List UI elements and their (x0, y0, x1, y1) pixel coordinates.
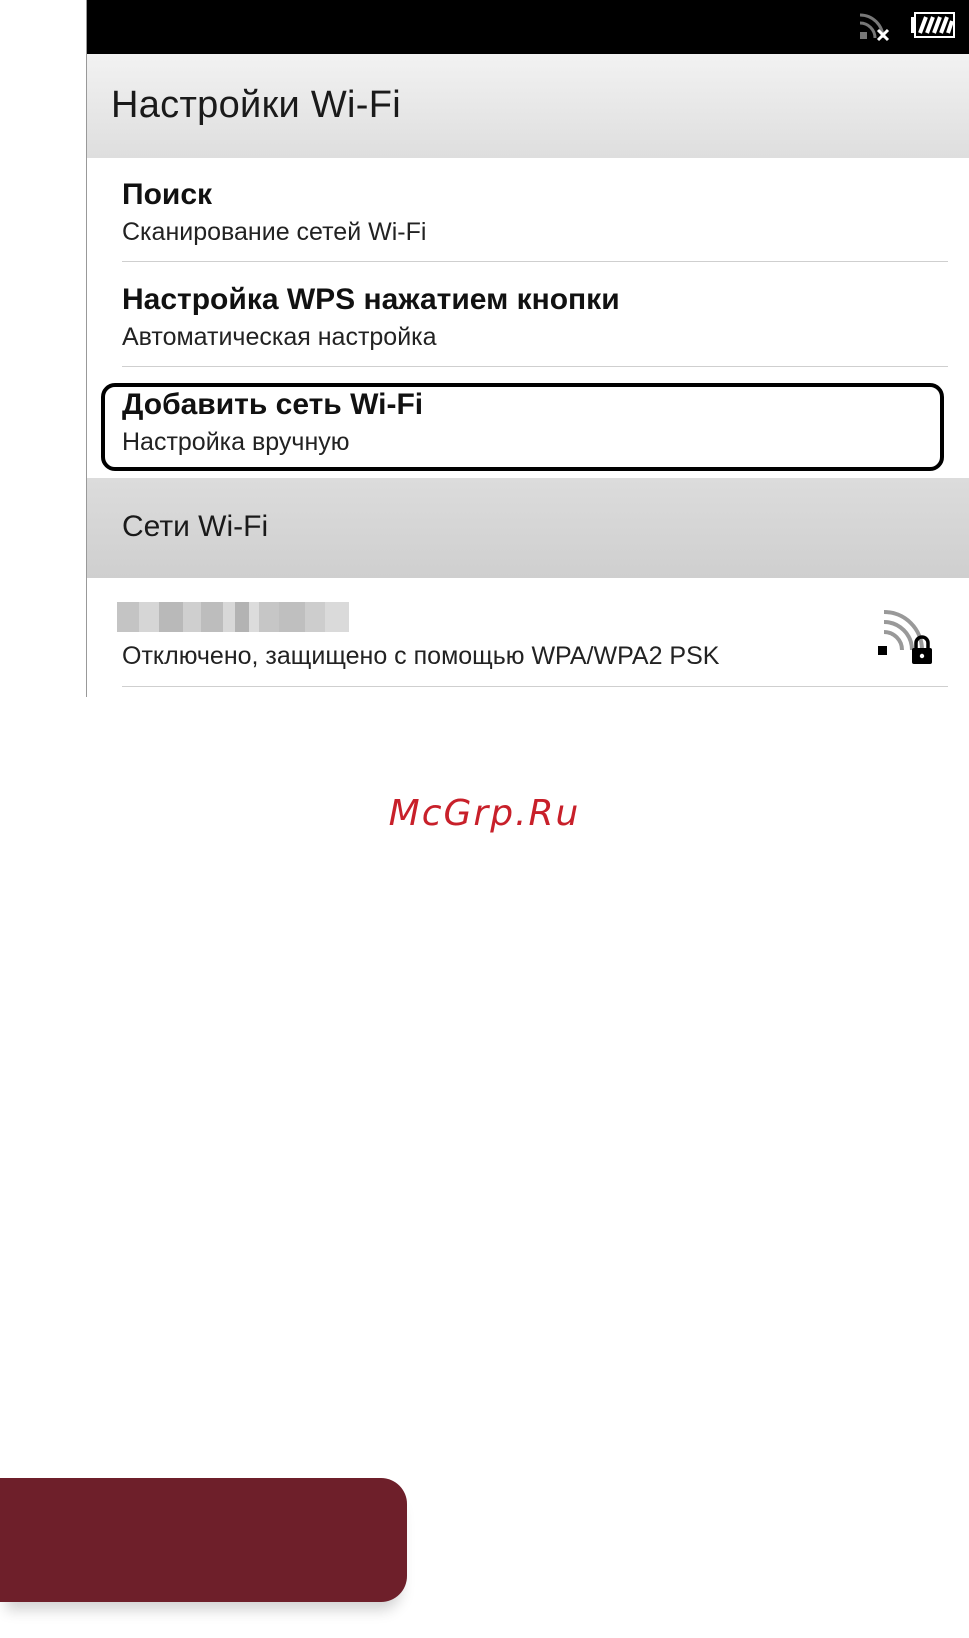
divider (122, 366, 948, 367)
watermark-text: McGrp.Ru (388, 793, 581, 834)
network-status: Отключено, защищено с помощью WPA/WPA2 P… (122, 642, 720, 670)
status-bar (87, 0, 969, 54)
menu-item-title: Настройка WPS нажатием кнопки (122, 283, 620, 316)
focus-highlight (101, 383, 944, 471)
wifi-disconnected-icon (858, 8, 892, 47)
device-screen: Настройки Wi-Fi Поиск Сканирование сетей… (86, 0, 969, 697)
section-label: Сети Wi-Fi (122, 510, 269, 543)
network-name-obscured (117, 602, 349, 632)
battery-full-icon (910, 11, 956, 43)
page-title: Настройки Wi-Fi (111, 84, 402, 126)
divider (122, 261, 948, 262)
networks-section-header: Сети Wi-Fi (87, 478, 969, 578)
divider (122, 686, 948, 687)
page: Настройки Wi-Fi Поиск Сканирование сетей… (0, 0, 969, 1638)
menu-item-subtitle: Сканирование сетей Wi-Fi (122, 218, 427, 246)
menu-item-search[interactable]: Поиск Сканирование сетей Wi-Fi (87, 158, 969, 262)
title-bar: Настройки Wi-Fi (87, 54, 969, 160)
menu-item-subtitle: Автоматическая настройка (122, 323, 437, 351)
footer-banner-block (0, 1478, 407, 1602)
status-icons (858, 10, 956, 44)
network-list-item[interactable]: Отключено, защищено с помощью WPA/WPA2 P… (87, 578, 969, 688)
menu-item-title: Поиск (122, 178, 213, 211)
menu-item-wps-setup[interactable]: Настройка WPS нажатием кнопки Автоматиче… (87, 263, 969, 367)
wifi-secured-lock-icon (874, 606, 934, 666)
